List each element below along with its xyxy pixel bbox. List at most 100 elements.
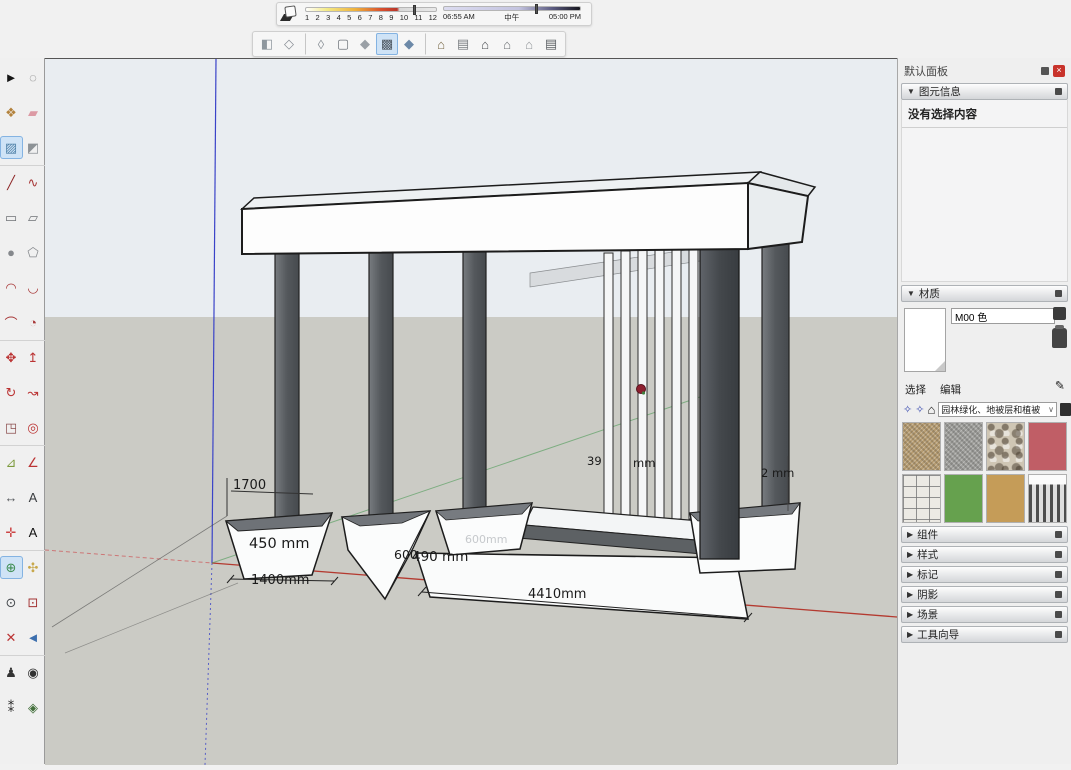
offset-tool[interactable]: ◎	[23, 417, 44, 438]
freehand-tool[interactable]: ∿	[23, 172, 44, 193]
axes-tool[interactable]: ✛	[1, 522, 22, 543]
materials-header[interactable]: ▼ 材质	[901, 285, 1068, 302]
close-section-icon[interactable]	[1055, 88, 1062, 95]
details-icon[interactable]	[1060, 403, 1071, 416]
close-section-icon[interactable]	[1055, 571, 1062, 578]
collapsed-section-header[interactable]: ▶ 阴影	[901, 586, 1068, 603]
material-metal-fence[interactable]	[1028, 474, 1067, 523]
material-gray-gravel[interactable]	[944, 422, 983, 471]
position-camera-tool[interactable]: ♟	[1, 662, 22, 683]
polygon-tool[interactable]: ⬠	[23, 242, 44, 263]
previous-view-tool[interactable]: ◄	[23, 627, 44, 648]
orbit-tool[interactable]: ⊕	[1, 557, 22, 578]
column-1[interactable]	[275, 248, 299, 518]
paint-bucket-tool[interactable]: ▨	[1, 137, 22, 158]
collapsed-section-header[interactable]: ▶ 标记	[901, 566, 1068, 583]
make-component-tool[interactable]: ❖	[1, 102, 22, 123]
material-sand-gravel[interactable]	[902, 422, 941, 471]
collapsed-section-header[interactable]: ▶ 样式	[901, 546, 1068, 563]
eyedropper-icon[interactable]: ✐	[1052, 380, 1066, 390]
two-point-arc-tool[interactable]: ◡	[23, 277, 44, 298]
section-plane-tool[interactable]: ◈	[23, 697, 44, 718]
create-material-icon[interactable]	[1052, 328, 1067, 348]
left-view-icon[interactable]: ▤	[540, 33, 562, 55]
model-viewport[interactable]: 1700 450 mm 1400mm 600mm 600 490 mm 4410…	[45, 58, 897, 764]
right-view-icon[interactable]: ⌂	[496, 33, 518, 55]
protractor-tool[interactable]: ∠	[23, 452, 44, 473]
rectangle-tool[interactable]: ▭	[1, 207, 22, 228]
rotate-tool[interactable]: ↻	[1, 382, 22, 403]
material-pavers[interactable]	[902, 474, 941, 523]
push-pull-tool[interactable]: ↥	[23, 347, 44, 368]
close-section-icon[interactable]	[1055, 631, 1062, 638]
tab-edit[interactable]: 编辑	[940, 382, 961, 397]
back-edges-style-icon[interactable]: ◇	[278, 33, 300, 55]
time-slider-handle[interactable]	[535, 4, 538, 14]
xray-style-icon[interactable]: ◧	[256, 33, 278, 55]
circle-tool[interactable]: ●	[1, 242, 22, 263]
collapsed-section-header[interactable]: ▶ 组件	[901, 526, 1068, 543]
close-section-icon[interactable]	[1055, 551, 1062, 558]
shadow-date-slider[interactable]: 123456789101112	[305, 7, 437, 22]
walk-tool[interactable]: ⁑	[1, 697, 22, 718]
shadow-toggle-icon[interactable]	[281, 5, 299, 23]
dimension-tool[interactable]: ↔	[1, 487, 22, 508]
material-grass-green[interactable]	[944, 474, 983, 523]
zoom-tool[interactable]: ⊙	[1, 592, 22, 613]
three-point-arc-tool[interactable]: ⌒	[1, 312, 22, 333]
close-section-icon[interactable]	[1055, 611, 1062, 618]
wireframe-style-icon[interactable]: ◊	[305, 33, 332, 55]
collapsed-section-header[interactable]: ▶ 场景	[901, 606, 1068, 623]
entity-info-header[interactable]: ▼ 图元信息	[901, 83, 1068, 100]
home-icon[interactable]: ⌂	[927, 402, 935, 417]
secondary-pane-icon[interactable]	[1053, 307, 1066, 320]
close-section-icon[interactable]	[1055, 531, 1062, 538]
text-tool[interactable]: A	[23, 487, 44, 508]
select-tool[interactable]: ►	[1, 67, 22, 88]
tray-titlebar[interactable]: 默认面板 ×	[901, 62, 1068, 80]
scale-tool[interactable]: ◳	[1, 417, 22, 438]
close-section-icon[interactable]	[1055, 290, 1062, 297]
3d-text-tool[interactable]: A	[23, 522, 44, 543]
zoom-window-tool[interactable]: ⊡	[23, 592, 44, 613]
close-section-icon[interactable]	[1055, 591, 1062, 598]
monochrome-style-icon[interactable]: ◆	[398, 33, 420, 55]
back-arrow-icon[interactable]: ✧	[903, 403, 912, 416]
arc-tool[interactable]: ◠	[1, 277, 22, 298]
zoom-extents-tool[interactable]: ✕	[1, 627, 22, 648]
iso-view-icon[interactable]: ⌂	[425, 33, 452, 55]
forward-arrow-icon[interactable]: ✧	[915, 403, 924, 416]
rotated-rectangle-tool[interactable]: ▱	[23, 207, 44, 228]
front-view-icon[interactable]: ⌂	[474, 33, 496, 55]
close-tray-icon[interactable]: ×	[1053, 65, 1065, 77]
move-tool[interactable]: ✥	[1, 347, 22, 368]
shadow-time-slider[interactable]: 06:55 AM 中午 05:00 PM	[443, 6, 581, 23]
shaded-style-icon[interactable]: ◆	[354, 33, 376, 55]
column-3[interactable]	[463, 239, 486, 513]
pin-icon[interactable]	[1041, 67, 1049, 75]
date-slider-handle[interactable]	[413, 5, 416, 15]
back-view-icon[interactable]: ⌂	[518, 33, 540, 55]
tag-tool[interactable]: ◩	[23, 137, 44, 158]
column-2[interactable]	[369, 244, 393, 521]
pie-tool[interactable]: ◔	[23, 312, 44, 333]
shaded-textures-style-icon[interactable]: ▩	[376, 33, 398, 55]
material-category-dropdown[interactable]: 园林绿化、地被层和植被 ∨	[938, 402, 1057, 417]
follow-me-tool[interactable]: ↝	[23, 382, 44, 403]
line-tool[interactable]: ╱	[1, 172, 22, 193]
material-name-input[interactable]	[951, 308, 1055, 324]
tape-measure-tool[interactable]: ⊿	[1, 452, 22, 473]
look-around-tool[interactable]: ◉	[23, 662, 44, 683]
collapsed-section-header[interactable]: ▶ 工具向导	[901, 626, 1068, 643]
eraser-tool[interactable]: ▰	[23, 102, 44, 123]
hidden-line-style-icon[interactable]: ▢	[332, 33, 354, 55]
lasso-tool[interactable]: ◌	[23, 67, 44, 88]
material-rose[interactable]	[1028, 422, 1067, 471]
material-preview[interactable]	[904, 308, 946, 372]
pan-tool[interactable]: ✣	[23, 557, 44, 578]
top-view-icon[interactable]: ▤	[452, 33, 474, 55]
material-tan[interactable]	[986, 474, 1025, 523]
material-river-rock[interactable]	[986, 422, 1025, 471]
column-4[interactable]	[700, 238, 739, 559]
model-canvas[interactable]: 1700 450 mm 1400mm 600mm 600 490 mm 4410…	[45, 59, 897, 765]
